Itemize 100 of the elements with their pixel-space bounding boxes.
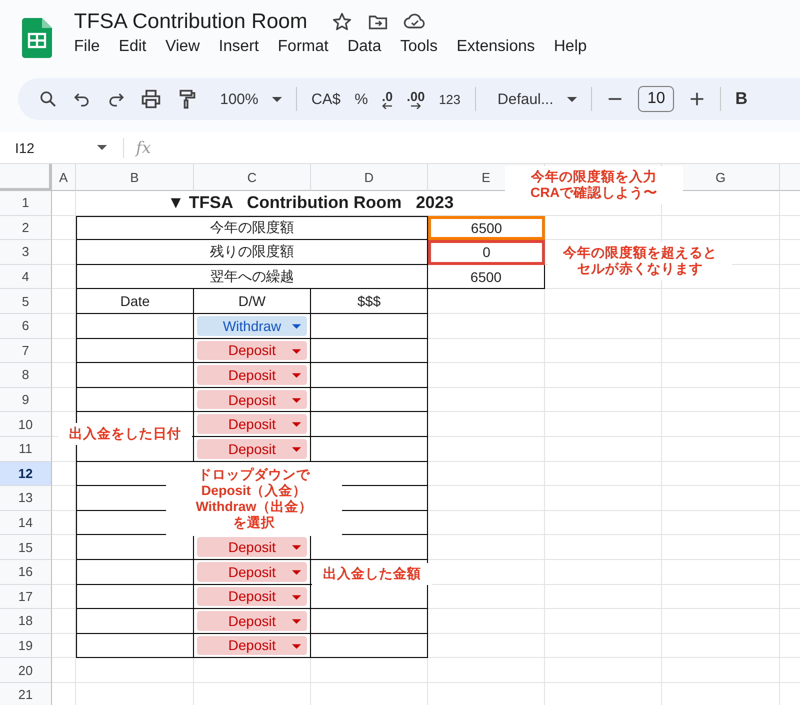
row-header[interactable]: 19: [0, 634, 52, 658]
grid-cell[interactable]: [662, 363, 780, 388]
column-header[interactable]: C: [194, 164, 311, 191]
plus-icon[interactable]: [688, 90, 706, 108]
grid-cell[interactable]: [545, 609, 662, 634]
percent-button[interactable]: %: [354, 90, 368, 108]
grid-cell[interactable]: [662, 658, 780, 683]
dropdown-chip[interactable]: Deposit: [197, 562, 307, 582]
grid-cell[interactable]: [662, 609, 780, 634]
row-header[interactable]: 9: [0, 388, 52, 412]
grid-cell[interactable]: [545, 289, 662, 314]
row-header[interactable]: 4: [0, 264, 52, 290]
row-header[interactable]: 17: [0, 584, 52, 610]
grid-cell[interactable]: [662, 486, 780, 511]
row-header[interactable]: 15: [0, 535, 52, 560]
menu-item[interactable]: Data: [347, 38, 382, 56]
column-header[interactable]: A: [52, 164, 76, 191]
menu-item[interactable]: View: [165, 38, 200, 56]
row-header[interactable]: 14: [0, 510, 52, 536]
zoom-dropdown[interactable]: 100%: [220, 90, 282, 108]
dropdown-chip[interactable]: Deposit: [197, 586, 307, 606]
grid-cell[interactable]: [545, 510, 662, 536]
print-icon[interactable]: [140, 88, 162, 110]
dropdown-chip[interactable]: Deposit: [197, 340, 307, 360]
grid-cell[interactable]: [662, 412, 780, 437]
dropdown-chip[interactable]: Deposit: [197, 438, 307, 459]
caret-icon[interactable]: [97, 145, 107, 150]
grid-cell[interactable]: [545, 363, 662, 388]
row-header[interactable]: 13: [0, 486, 52, 511]
grid-cell[interactable]: [545, 658, 662, 683]
grid-cell[interactable]: [662, 510, 780, 536]
grid-cell[interactable]: [662, 388, 780, 412]
row-header[interactable]: 2: [0, 216, 52, 240]
menu-item[interactable]: File: [74, 38, 100, 56]
grid-cell[interactable]: [545, 634, 662, 658]
row-header[interactable]: 21: [0, 682, 52, 705]
dropdown-chip[interactable]: Deposit: [197, 390, 307, 410]
grid-cell[interactable]: [545, 412, 662, 437]
currency-button[interactable]: CA$: [311, 90, 341, 108]
menu-item[interactable]: Tools: [400, 38, 438, 56]
grid-cell[interactable]: [545, 314, 662, 339]
grid-cell[interactable]: [662, 560, 780, 584]
row-header[interactable]: 12: [0, 462, 52, 486]
font-size-field[interactable]: 10: [638, 86, 674, 112]
row-header[interactable]: 16: [0, 560, 52, 584]
row-header[interactable]: 20: [0, 658, 52, 683]
menu-item[interactable]: Edit: [118, 38, 146, 56]
grid-cell[interactable]: [662, 216, 780, 240]
row-header[interactable]: 7: [0, 338, 52, 364]
menu-item[interactable]: Extensions: [456, 38, 535, 56]
column-header[interactable]: D: [311, 164, 428, 191]
grid-cell[interactable]: [545, 388, 662, 412]
bold-button[interactable]: B: [735, 89, 748, 109]
menu-item[interactable]: Format: [278, 38, 328, 56]
dropdown-chip[interactable]: Deposit: [197, 537, 307, 557]
grid-cell[interactable]: [545, 486, 662, 511]
table-cell: 今年の限度額: [76, 216, 428, 240]
row-header[interactable]: 6: [0, 314, 52, 339]
grid-cell[interactable]: [662, 289, 780, 314]
sheets-logo-icon[interactable]: [22, 18, 52, 58]
row-header[interactable]: 5: [0, 289, 52, 314]
name-box[interactable]: I12: [15, 140, 97, 156]
dropdown-chip[interactable]: Deposit: [197, 414, 307, 434]
grid-cell[interactable]: [545, 436, 662, 462]
dropdown-chip[interactable]: Withdraw: [197, 316, 307, 336]
grid-cell[interactable]: [662, 535, 780, 560]
dropdown-chip[interactable]: Deposit: [197, 636, 307, 656]
row-header[interactable]: 10: [0, 412, 52, 437]
grid-cell[interactable]: [662, 338, 780, 364]
star-icon[interactable]: [331, 11, 354, 33]
grid-cell[interactable]: [662, 584, 780, 610]
search-icon[interactable]: [38, 89, 58, 109]
document-title[interactable]: TFSA Contribution Room: [74, 10, 308, 34]
menu-item[interactable]: Insert: [218, 38, 259, 56]
menu-item[interactable]: Help: [554, 38, 587, 56]
row-header[interactable]: 1: [0, 191, 52, 216]
grid-cell[interactable]: [545, 462, 662, 486]
decrease-decimal-button[interactable]: .0: [382, 90, 393, 108]
row-header[interactable]: 3: [0, 240, 52, 265]
annotation-tooltip: 出入金をした日付: [58, 423, 192, 446]
number-format-button[interactable]: 123: [438, 92, 461, 106]
row-header[interactable]: 11: [0, 436, 52, 462]
grid-cell[interactable]: [662, 436, 780, 462]
grid-cell[interactable]: [428, 658, 545, 683]
grid-cell[interactable]: [545, 560, 662, 584]
grid-cell[interactable]: [662, 634, 780, 658]
row-header[interactable]: 8: [0, 363, 52, 388]
dropdown-chip[interactable]: Deposit: [197, 365, 307, 385]
font-dropdown[interactable]: Defaul...: [498, 90, 578, 108]
dropdown-chip[interactable]: Deposit: [197, 611, 307, 631]
column-header[interactable]: B: [76, 164, 194, 191]
grid-cell[interactable]: [662, 314, 780, 339]
grid-cell[interactable]: [545, 584, 662, 610]
grid-cell[interactable]: [545, 535, 662, 560]
grid-cell[interactable]: [52, 658, 76, 683]
grid-cell[interactable]: [662, 462, 780, 486]
caret-icon: [292, 446, 301, 452]
row-header[interactable]: 18: [0, 609, 52, 634]
grid-cell[interactable]: [545, 338, 662, 364]
increase-decimal-button[interactable]: .00: [406, 90, 425, 108]
